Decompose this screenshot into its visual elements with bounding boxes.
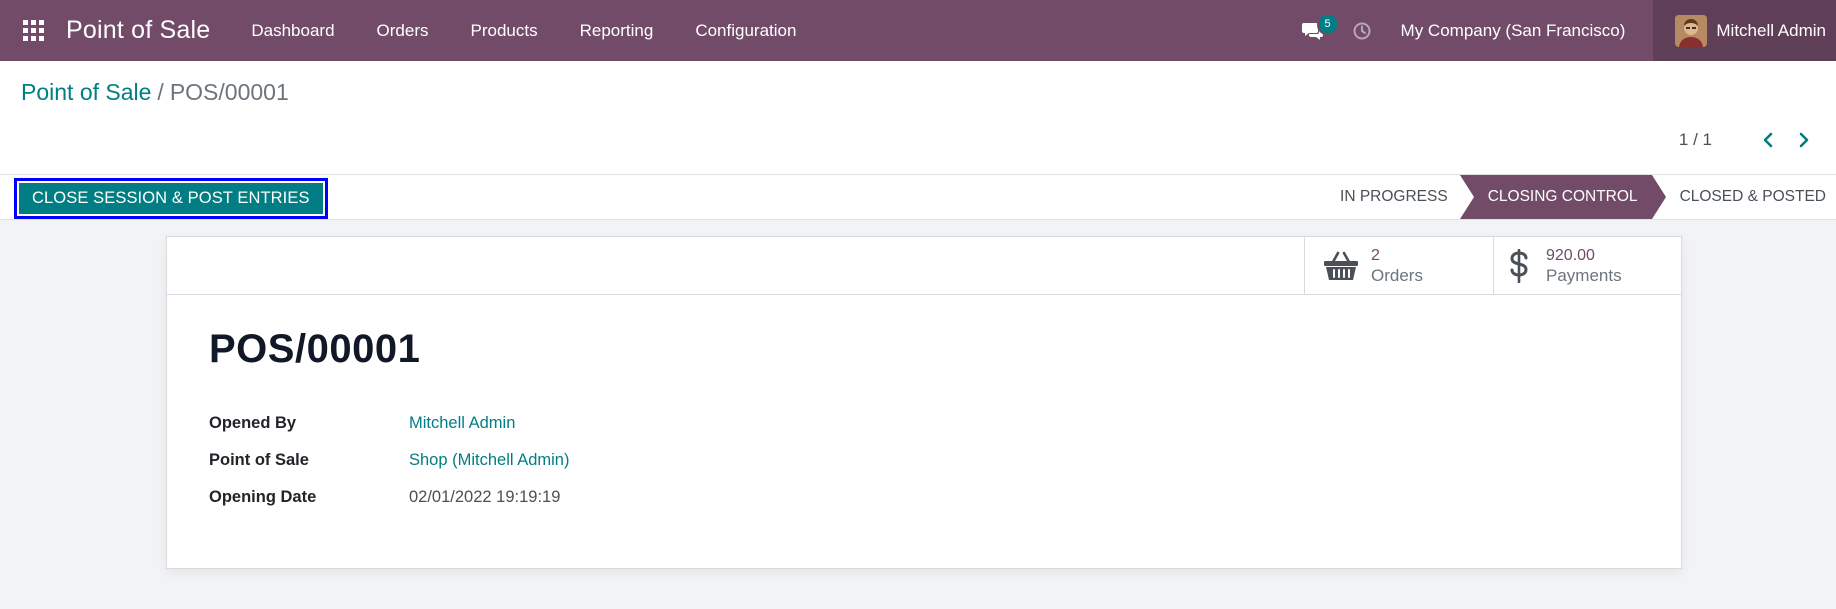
field-row-point-of-sale: Point of Sale Shop (Mitchell Admin) [209,442,569,479]
menu-item-dashboard[interactable]: Dashboard [230,0,355,61]
company-switcher[interactable]: My Company (San Francisco) [1401,21,1626,41]
stage-in-progress[interactable]: IN PROGRESS [1340,175,1460,219]
user-name: Mitchell Admin [1716,20,1826,40]
pager-next-button[interactable] [1794,129,1814,151]
field-row-opening-date: Opening Date 02/01/2022 19:19:19 [209,479,569,516]
stage-selector: IN PROGRESS CLOSING CONTROL CLOSED & POS… [1340,175,1836,219]
orders-smart-text: 2 Orders [1371,246,1423,286]
payments-smart-text: 920.00 Payments [1546,246,1622,286]
messaging-button[interactable]: 5 [1293,0,1339,61]
status-bar: CLOSE SESSION & POST ENTRIES IN PROGRESS… [0,174,1836,220]
field-label-point-of-sale: Point of Sale [209,451,309,469]
main-menu: Dashboard Orders Products Reporting Conf… [230,0,817,61]
payments-smart-button[interactable]: 920.00 Payments [1493,237,1682,295]
orders-count: 2 [1371,247,1380,264]
dollar-icon [1502,249,1536,283]
field-value-opened-by[interactable]: Mitchell Admin [409,414,515,433]
chevron-left-icon [1763,132,1773,148]
breadcrumb: Point of Sale / POS/00001 [21,79,289,106]
menu-item-products[interactable]: Products [450,0,559,61]
menu-item-orders[interactable]: Orders [356,0,450,61]
apps-grid-icon [22,20,44,41]
message-count-badge: 5 [1316,13,1339,35]
top-navbar: Point of Sale Dashboard Orders Products … [0,0,1836,61]
avatar [1675,14,1708,47]
control-panel: Point of Sale / POS/00001 1 / 1 [0,61,1836,174]
orders-smart-button[interactable]: 2 Orders [1304,237,1493,295]
field-row-opened-by: Opened By Mitchell Admin [209,405,569,442]
activity-button[interactable] [1347,0,1377,61]
sheet-body: POS/00001 Opened By Mitchell Admin Point… [209,327,569,516]
basket-icon [1319,250,1363,282]
payments-label: Payments [1546,266,1622,285]
field-value-opening-date: 02/01/2022 19:19:19 [409,488,561,506]
breadcrumb-separator: / [157,79,164,105]
close-session-button-focus: CLOSE SESSION & POST ENTRIES [14,178,328,219]
payments-amount: 920.00 [1546,247,1595,264]
orders-label: Orders [1371,266,1423,285]
pager-previous-button[interactable] [1758,129,1778,151]
stage-closing-control[interactable]: CLOSING CONTROL [1459,175,1666,219]
record-title: POS/00001 [209,327,421,371]
smart-button-box: 2 Orders 920.00 Payments [167,237,1681,295]
app-brand[interactable]: Point of Sale [66,16,210,45]
navbar-systray: 5 My Company (San Francisco) Mitchell Ad [1293,0,1836,61]
field-label-opened-by: Opened By [209,414,297,432]
pager-value[interactable]: 1 / 1 [1679,130,1712,150]
field-group: Opened By Mitchell Admin Point of Sale S… [209,405,569,516]
user-menu[interactable]: Mitchell Admin [1653,0,1836,61]
close-session-button[interactable]: CLOSE SESSION & POST ENTRIES [19,183,323,214]
stage-closed-posted[interactable]: CLOSED & POSTED [1652,175,1836,219]
field-value-point-of-sale[interactable]: Shop (Mitchell Admin) [409,451,569,470]
clock-icon [1353,22,1371,39]
apps-menu-button[interactable] [0,0,66,61]
breadcrumb-current: POS/00001 [169,79,289,105]
chevron-right-icon [1799,132,1809,148]
menu-item-configuration[interactable]: Configuration [674,0,817,61]
form-sheet: 2 Orders 920.00 Payments POS/00001 Opene… [166,236,1682,569]
menu-item-reporting[interactable]: Reporting [559,0,675,61]
breadcrumb-parent-link[interactable]: Point of Sale [21,79,151,106]
field-label-opening-date: Opening Date [209,488,317,506]
pager: 1 / 1 [1679,129,1814,151]
